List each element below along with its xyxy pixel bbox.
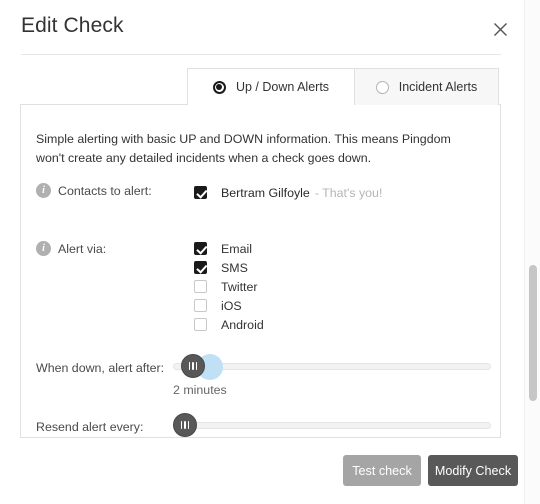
info-icon-contacts[interactable]: i: [36, 183, 51, 198]
panel-description: Simple alerting with basic UP and DOWN i…: [36, 132, 451, 165]
grip-line: [192, 362, 194, 370]
test-check-button[interactable]: Test check: [343, 455, 421, 486]
info-icon-alert-via[interactable]: i: [36, 241, 51, 256]
when-down-slider-handle[interactable]: [181, 354, 205, 378]
checkbox-twitter[interactable]: [194, 280, 207, 293]
option-label: SMS: [221, 260, 248, 275]
checkbox-sms[interactable]: [194, 261, 207, 274]
resend-label: Resend alert every:: [36, 420, 144, 434]
grip-line: [187, 421, 190, 429]
option-label: Android: [221, 317, 264, 332]
option-label: Email: [221, 241, 252, 256]
grip-line: [188, 362, 191, 370]
scrollbar-track[interactable]: [524, 0, 540, 504]
when-down-slider-value: 2 minutes: [173, 383, 227, 397]
list-item[interactable]: iOS: [194, 296, 264, 315]
option-label: iOS: [221, 298, 242, 313]
checkbox-android[interactable]: [194, 318, 207, 331]
radio-icon-incident: [375, 80, 389, 94]
modify-check-button[interactable]: Modify Check: [428, 455, 518, 486]
page-title: Edit Check: [21, 14, 124, 37]
edit-check-modal: Edit Check Up / Down Alerts Incident Ale…: [0, 0, 540, 504]
when-down-label: When down, alert after:: [36, 361, 165, 375]
list-item[interactable]: Twitter: [194, 277, 264, 296]
grip-line: [195, 362, 198, 370]
contacts-field: i Contacts to alert:: [36, 183, 152, 198]
contacts-label: Contacts to alert:: [58, 183, 152, 198]
checkbox-email[interactable]: [194, 242, 207, 255]
resend-slider-handle[interactable]: [173, 413, 197, 437]
grip-line: [180, 421, 183, 429]
checkbox-bertram-gilfoyle[interactable]: [194, 186, 207, 199]
header-divider: [21, 54, 501, 55]
when-down-field: When down, alert after:: [36, 359, 164, 377]
tab-up-down-alerts[interactable]: Up / Down Alerts: [187, 68, 355, 106]
checkbox-ios[interactable]: [194, 299, 207, 312]
tab-bar: Up / Down Alerts Incident Alerts: [187, 68, 499, 106]
contacts-list: Bertram Gilfoyle - That's you!: [194, 183, 382, 202]
scrollbar-thumb[interactable]: [529, 265, 537, 401]
list-item[interactable]: Bertram Gilfoyle - That's you!: [194, 183, 382, 202]
contacts-label-line: i Contacts to alert:: [36, 183, 152, 198]
resend-field: Resend alert every:: [36, 418, 143, 436]
tab-incident-label: Incident Alerts: [398, 80, 478, 94]
radio-icon-up-down: [212, 80, 226, 94]
option-label: Twitter: [221, 279, 258, 294]
alert-via-options: Email SMS Twitter iOS Android: [194, 239, 264, 334]
resend-slider-track[interactable]: [173, 422, 491, 429]
list-item[interactable]: SMS: [194, 258, 264, 277]
grip-line: [184, 421, 186, 429]
alert-via-label-line: i Alert via:: [36, 241, 106, 256]
contact-name: Bertram Gilfoyle: [221, 185, 310, 200]
list-item[interactable]: Email: [194, 239, 264, 258]
alert-settings-panel: Simple alerting with basic UP and DOWN i…: [20, 104, 501, 438]
alert-via-label: Alert via:: [58, 241, 107, 256]
alert-via-field: i Alert via:: [36, 241, 106, 256]
contact-note: - That's you!: [314, 185, 383, 200]
close-icon[interactable]: [487, 16, 513, 42]
modal-header: Edit Check: [0, 0, 521, 58]
tab-incident-alerts[interactable]: Incident Alerts: [354, 68, 499, 105]
tab-up-down-label: Up / Down Alerts: [235, 80, 330, 94]
list-item[interactable]: Android: [194, 315, 264, 334]
